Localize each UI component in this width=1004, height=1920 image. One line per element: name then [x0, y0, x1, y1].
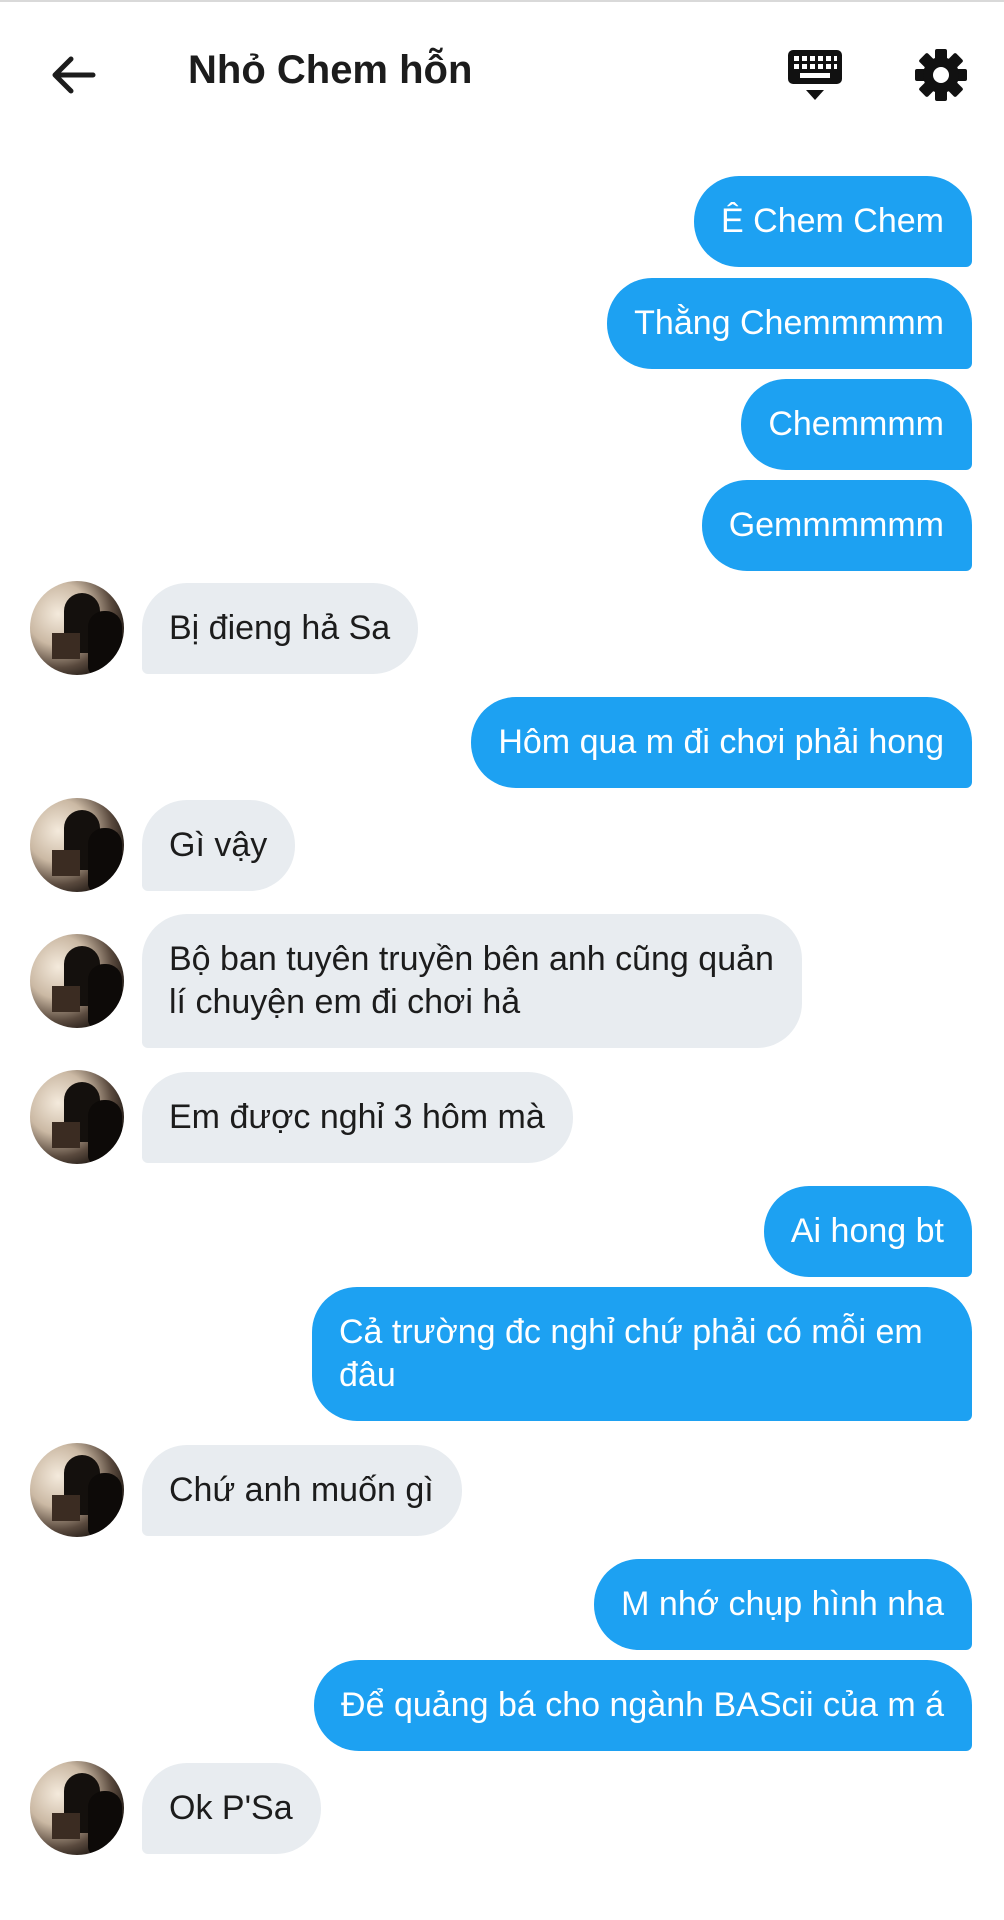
sent-message-bubble[interactable]: Ê Chem Chem [694, 176, 972, 267]
avatar[interactable] [30, 1761, 124, 1855]
message-row-received: Bộ ban tuyên truyền bên anh cũng quản lí… [0, 914, 1004, 1048]
message-row-sent: Gemmmmmm [0, 480, 1004, 571]
sent-message-bubble[interactable]: Gemmmmmm [701, 480, 972, 571]
keyboard-button[interactable] [782, 46, 848, 108]
sent-message-bubble[interactable]: M nhớ chụp hình nha [594, 1559, 972, 1650]
message-row-received: Gì vậy [0, 798, 1004, 892]
sent-message-bubble[interactable]: Chemmmm [741, 379, 972, 470]
message-row-sent: M nhớ chụp hình nha [0, 1559, 1004, 1650]
avatar[interactable] [30, 934, 124, 1028]
message-row-sent: Để quảng bá cho ngành BAScii của m á [0, 1660, 1004, 1751]
message-row-received: Bị đieng hả Sa [0, 581, 1004, 675]
avatar[interactable] [30, 798, 124, 892]
avatar[interactable] [30, 1443, 124, 1537]
arrow-left-icon [52, 56, 96, 94]
chat-header: Nhỏ Chem hỗn [0, 0, 1004, 150]
received-message-bubble[interactable]: Gì vậy [142, 799, 296, 891]
message-row-sent: Hôm qua m đi chơi phải hong [0, 697, 1004, 788]
received-message-bubble[interactable]: Bị đieng hả Sa [142, 582, 419, 674]
settings-button[interactable] [908, 44, 974, 106]
message-row-sent: Chemmmm [0, 379, 1004, 470]
message-row-received: Chứ anh muốn gì [0, 1443, 1004, 1537]
chat-title: Nhỏ Chem hỗn [188, 48, 473, 92]
received-message-bubble[interactable]: Chứ anh muốn gì [142, 1444, 462, 1536]
sent-message-bubble[interactable]: Hôm qua m đi chơi phải hong [471, 697, 972, 788]
received-message-bubble[interactable]: Em được nghỉ 3 hôm mà [142, 1071, 573, 1163]
gear-icon [915, 49, 967, 101]
sent-message-bubble[interactable]: Thằng Chemmmmm [607, 278, 972, 369]
received-message-bubble[interactable]: Ok P'Sa [142, 1762, 321, 1854]
sent-message-bubble[interactable]: Để quảng bá cho ngành BAScii của m á [314, 1660, 972, 1751]
keyboard-icon [788, 50, 842, 100]
message-row-received: Em được nghỉ 3 hôm mà [0, 1070, 1004, 1164]
message-row-sent: Cả trường đc nghỉ chứ phải có mỗi em đâu [0, 1287, 1004, 1421]
avatar[interactable] [30, 581, 124, 675]
avatar[interactable] [30, 1070, 124, 1164]
received-message-bubble[interactable]: Bộ ban tuyên truyền bên anh cũng quản lí… [142, 914, 802, 1048]
message-row-sent: Thằng Chemmmmm [0, 278, 1004, 369]
sent-message-bubble[interactable]: Ai hong bt [763, 1186, 972, 1277]
message-row-received: Ok P'Sa [0, 1761, 1004, 1855]
message-row-sent: Ai hong bt [0, 1186, 1004, 1277]
message-row-sent: Ê Chem Chem [0, 176, 1004, 267]
sent-message-bubble[interactable]: Cả trường đc nghỉ chứ phải có mỗi em đâu [312, 1287, 972, 1421]
message-list[interactable]: Ê Chem Chem Thằng Chemmmmm Chemmmm Gemmmmmm… [0, 166, 1004, 1855]
back-button[interactable] [40, 42, 106, 108]
